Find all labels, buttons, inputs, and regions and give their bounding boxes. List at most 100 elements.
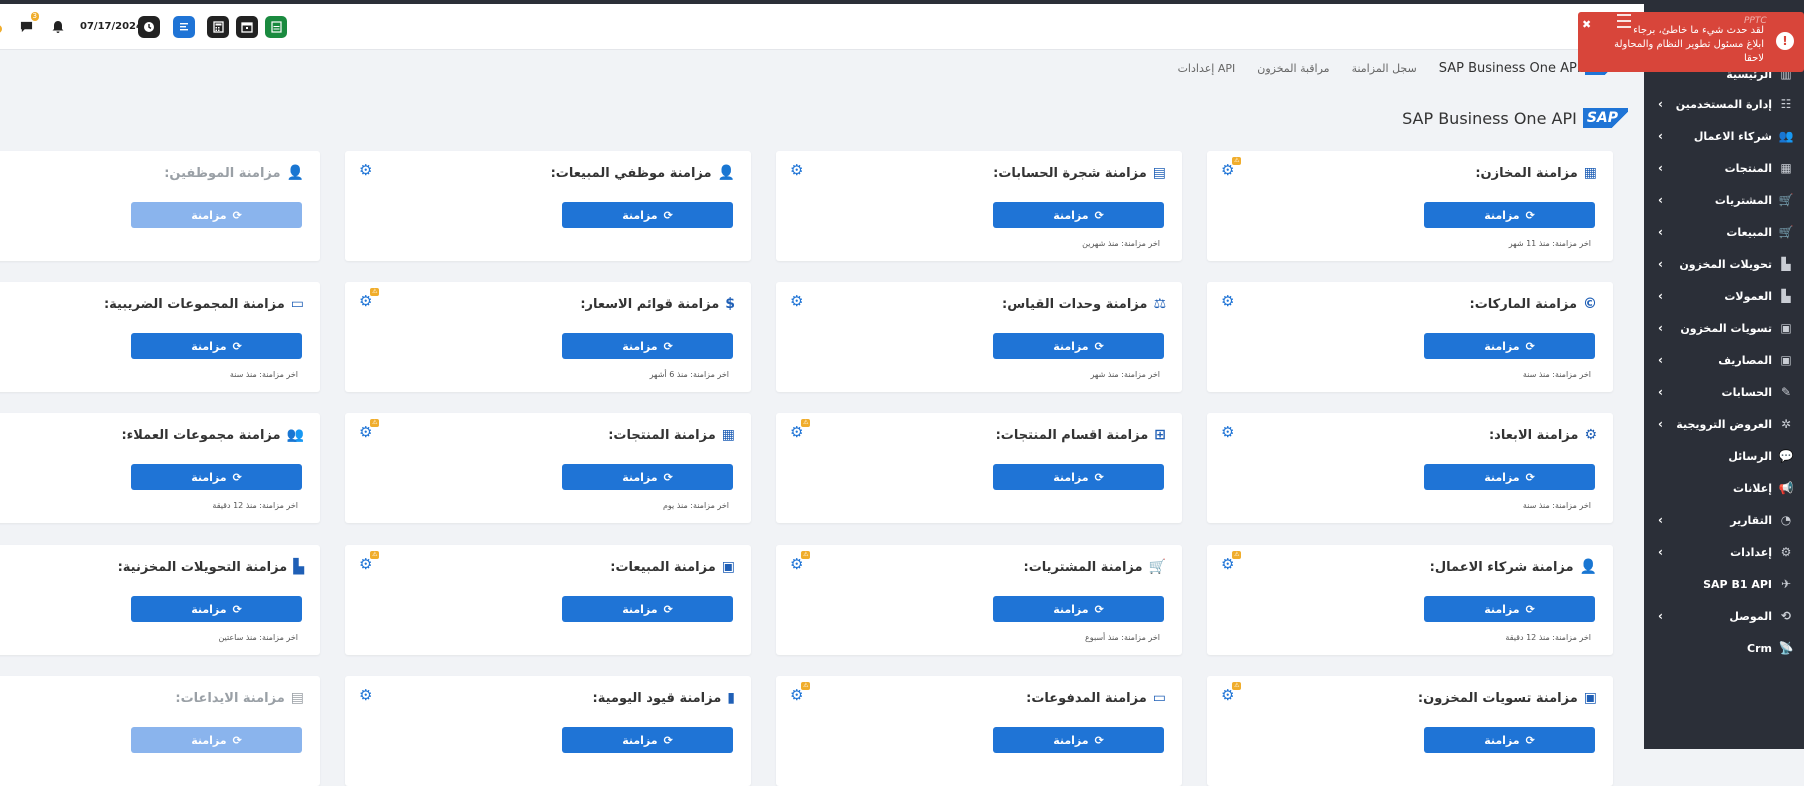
gear-icon[interactable]: ⚙ — [359, 686, 372, 704]
sync-button[interactable]: مزامنة ⟳ — [131, 727, 302, 753]
sidebar-item[interactable]: ‹ المبيعات 🛒 — [1644, 216, 1804, 248]
card-title: 👥 مزامنة مجموعات العملاء: — [121, 427, 304, 443]
sync-button[interactable]: مزامنة ⟳ — [562, 464, 733, 490]
chat-icon[interactable]: 3 — [20, 12, 39, 37]
sync-button[interactable]: مزامنة ⟳ — [993, 202, 1164, 228]
sidebar-item[interactable]: ‹ التقارير ◔ — [1644, 504, 1804, 536]
gear-icon[interactable]: ⚙ ⚠ — [790, 682, 811, 704]
sidebar-item-label: تسويات المخزون — [1680, 321, 1772, 335]
sync-button[interactable]: مزامنة ⟳ — [1424, 464, 1595, 490]
bell-icon[interactable] — [52, 18, 64, 37]
excel-icon[interactable] — [265, 16, 287, 38]
connector-icon: ⟲ — [1780, 609, 1792, 623]
close-icon[interactable]: ✖ — [1582, 18, 1591, 31]
cart-icon: 🛒 — [1778, 193, 1794, 207]
sync-card: ▭ مزامنة المجموعات الضريبية: ⚙ مزامنة ⟳ … — [0, 282, 320, 392]
gear-badge: ⚠ — [801, 551, 811, 559]
expenses-icon: ▣ — [1780, 353, 1792, 367]
card-title-text: مزامنة اقسام المنتجات: — [995, 427, 1149, 443]
sync-button-label: مزامنة — [622, 339, 658, 353]
sync-button[interactable]: مزامنة ⟳ — [562, 596, 733, 622]
sidebar-item[interactable]: SAP B1 API ✈ — [1644, 568, 1804, 600]
sidebar-item[interactable]: ‹ الموصل ⟲ — [1644, 600, 1804, 632]
gear-icon[interactable]: ⚙ — [359, 161, 372, 179]
sync-button[interactable]: مزامنة ⟳ — [1424, 202, 1595, 228]
sync-button[interactable]: مزامنة ⟳ — [131, 464, 302, 490]
transfer-icon: ▙ — [1781, 257, 1791, 271]
sync-button[interactable]: مزامنة ⟳ — [1424, 596, 1595, 622]
sidebar-item[interactable]: ‹ المنتجات ▦ — [1644, 152, 1804, 184]
card-title-text: مزامنة المنتجات: — [608, 427, 716, 443]
gear-icon[interactable]: ⚙ — [790, 292, 803, 310]
error-toast: ✖ PPTC لقد حدث شيء ما خاطئ، برجاء ابلاغ … — [1578, 12, 1804, 72]
card-title-text: مزامنة المخازن: — [1475, 165, 1578, 181]
toast-message: لقد حدث شيء ما خاطئ، برجاء ابلاغ مسئول ت… — [1614, 25, 1764, 64]
gear-icon[interactable]: ⚙ ⚠ — [359, 288, 380, 310]
sync-button[interactable]: مزامنة ⟳ — [993, 333, 1164, 359]
sidebar-item[interactable]: الرسائل 💬 — [1644, 440, 1804, 472]
sync-button[interactable]: مزامنة ⟳ — [993, 596, 1164, 622]
sync-button[interactable]: مزامنة ⟳ — [131, 202, 302, 228]
sync-button[interactable]: مزامنة ⟳ — [1424, 333, 1595, 359]
sidebar-item[interactable]: ‹ المصاريف ▣ — [1644, 344, 1804, 376]
gear-icon[interactable]: ⚙ ⚠ — [359, 551, 380, 573]
sync-card: ▦ مزامنة المخازن: ⚙ ⚠ مزامنة ⟳ اخر مزامنة… — [1207, 151, 1613, 261]
sidebar-item[interactable]: ‹ شركاء الاعمال 👥 — [1644, 120, 1804, 152]
breadcrumb-stock-monitor[interactable]: مراقبة المخزون — [1257, 62, 1329, 75]
sync-button[interactable]: مزامنة ⟳ — [562, 202, 733, 228]
sync-button[interactable]: مزامنة ⟳ — [993, 464, 1164, 490]
sidebar-item[interactable]: ‹ تسويات المخزون ▣ — [1644, 312, 1804, 344]
sync-button-label: مزامنة — [1484, 733, 1520, 747]
sync-button-label: مزامنة — [622, 733, 658, 747]
gear-icon[interactable]: ⚙ ⚠ — [790, 551, 811, 573]
sidebar-item[interactable]: إعلانات 📢 — [1644, 472, 1804, 504]
products-icon: ▦ — [1780, 161, 1792, 175]
gear-icon[interactable]: ⚙ ⚠ — [1221, 682, 1242, 704]
gear-icon[interactable]: ⚙ ⚠ — [1221, 551, 1242, 573]
messages-icon: 💬 — [1778, 449, 1794, 463]
sync-button[interactable]: مزامنة ⟳ — [1424, 727, 1595, 753]
sync-button[interactable]: مزامنة ⟳ — [131, 333, 302, 359]
sync-card: ▤ مزامنة الايداعات: ⚙ مزامنة ⟳ — [0, 676, 320, 786]
sync-button[interactable]: مزامنة ⟳ — [993, 727, 1164, 753]
sync-button[interactable]: مزامنة ⟳ — [562, 727, 733, 753]
gear-icon[interactable]: ⚙ ⚠ — [790, 419, 811, 441]
calendar-icon[interactable] — [236, 16, 258, 38]
clock-icon[interactable] — [138, 16, 160, 38]
gear-icon[interactable]: ⚙ — [1221, 423, 1234, 441]
sidebar-item[interactable]: ‹ إدارة المستخدمين ☷ — [1644, 88, 1804, 120]
sync-card: 👥 مزامنة مجموعات العملاء: ⚙ مزامنة ⟳ اخر… — [0, 413, 320, 523]
sidebar-item[interactable]: ‹ العمولات ▙ — [1644, 280, 1804, 312]
card-title: $ مزامنة قوائم الاسعار: — [580, 296, 735, 312]
sidebar-item[interactable]: ‹ تحويلات المخزون ▙ — [1644, 248, 1804, 280]
sync-button-label: مزامنة — [1484, 602, 1520, 616]
gear-icon[interactable]: ⚙ ⚠ — [1221, 157, 1242, 179]
copyright-icon: © — [1583, 296, 1597, 312]
card-title: ▤ مزامنة الايداعات: — [175, 690, 304, 706]
sidebar-item[interactable]: ‹ إعدادات ⚙ — [1644, 536, 1804, 568]
last-sync-text: اخر مزامنة: منذ ساعتين — [218, 633, 298, 642]
card-title-text: مزامنة شركاء الاعمال: — [1429, 559, 1574, 575]
sidebar-item[interactable]: ‹ العروض الترويجية ✲ — [1644, 408, 1804, 440]
document-icon[interactable] — [173, 16, 195, 38]
sync-button[interactable]: مزامنة ⟳ — [131, 596, 302, 622]
card-title: ▭ مزامنة المجموعات الضريبية: — [104, 296, 304, 312]
gear-icon[interactable]: ⚙ — [1221, 292, 1234, 310]
sync-card: 👤 مزامنة شركاء الاعمال: ⚙ ⚠ مزامنة ⟳ اخر … — [1207, 545, 1613, 655]
sidebar-item[interactable]: ‹ المشتريات 🛒 — [1644, 184, 1804, 216]
chevron-left-icon: ‹ — [1658, 321, 1663, 335]
breadcrumb-api-settings[interactable]: API إعدادات — [1178, 62, 1236, 75]
calculator-icon[interactable] — [207, 16, 229, 38]
cash-register-icon: ▣ — [721, 559, 735, 575]
sidebar-item[interactable]: Crm 📡 — [1644, 632, 1804, 664]
refresh-icon: ⟳ — [663, 733, 673, 747]
gear-icon[interactable]: ⚙ — [790, 161, 803, 179]
sync-button[interactable]: مزامنة ⟳ — [562, 333, 733, 359]
breadcrumb-sync-log[interactable]: سجل المزامنة — [1352, 62, 1417, 75]
gear-badge: ⚠ — [801, 682, 811, 690]
sidebar-item[interactable]: ‹ الحسابات ✎ — [1644, 376, 1804, 408]
gear-icon[interactable]: ⚙ ⚠ — [359, 419, 380, 441]
card-title-text: مزامنة تسويات المخزون: — [1417, 690, 1578, 706]
gear-badge: ⚠ — [1232, 551, 1242, 559]
chevron-left-icon: ‹ — [1658, 353, 1663, 367]
